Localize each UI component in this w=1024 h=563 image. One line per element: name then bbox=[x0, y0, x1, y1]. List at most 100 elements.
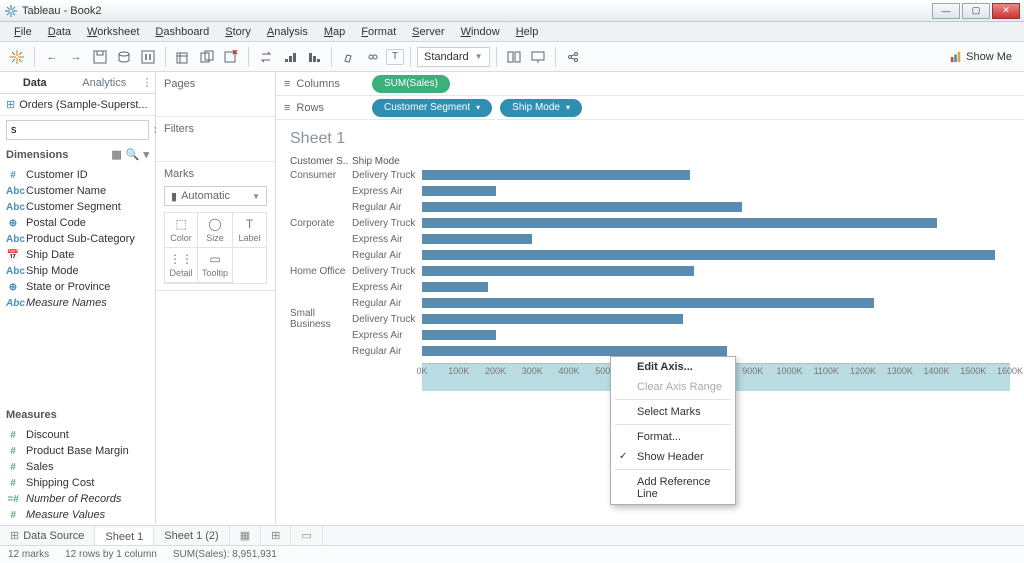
new-worksheet-button[interactable]: ▦ bbox=[230, 526, 261, 545]
bar[interactable] bbox=[422, 170, 690, 180]
marks-detail[interactable]: ⋮⋮Detail bbox=[165, 248, 198, 283]
presentation-icon[interactable] bbox=[527, 46, 549, 68]
sheet-tab[interactable]: Sheet 1 bbox=[95, 526, 154, 545]
field-product-sub-category[interactable]: AbcProduct Sub-Category bbox=[0, 231, 155, 247]
pages-shelf[interactable]: Pages bbox=[156, 72, 275, 117]
undo-icon[interactable]: ← bbox=[41, 46, 63, 68]
close-button[interactable]: ✕ bbox=[992, 3, 1020, 19]
pill-sum-sales[interactable]: SUM(Sales) bbox=[372, 75, 450, 93]
menu-worksheet[interactable]: Worksheet bbox=[79, 24, 147, 40]
bar[interactable] bbox=[422, 346, 727, 356]
menu-map[interactable]: Map bbox=[316, 24, 353, 40]
clear-icon[interactable] bbox=[220, 46, 242, 68]
marks-tooltip[interactable]: ▭Tooltip bbox=[198, 248, 233, 283]
title-bar: Tableau - Book2 — ▢ ✕ bbox=[0, 0, 1024, 22]
search-icon[interactable]: 🔍 bbox=[126, 148, 140, 161]
bar[interactable] bbox=[422, 202, 742, 212]
fit-dropdown[interactable]: Standard ▼ bbox=[417, 47, 490, 67]
ctx-add-reference-line[interactable]: Add Reference Line bbox=[611, 472, 735, 504]
ctx-select-marks[interactable]: Select Marks bbox=[611, 402, 735, 422]
save-icon[interactable] bbox=[89, 46, 111, 68]
chevron-down-icon[interactable]: ▾ bbox=[143, 148, 149, 161]
group-icon[interactable] bbox=[362, 46, 384, 68]
menu-window[interactable]: Window bbox=[453, 24, 508, 40]
redo-icon[interactable]: → bbox=[65, 46, 87, 68]
bar[interactable] bbox=[422, 266, 694, 276]
field-discount[interactable]: #Discount bbox=[0, 427, 155, 443]
new-datasource-icon[interactable] bbox=[113, 46, 135, 68]
bar[interactable] bbox=[422, 298, 874, 308]
highlight-icon[interactable] bbox=[338, 46, 360, 68]
pane-menu-icon[interactable]: ⋮ bbox=[139, 72, 155, 93]
menu-format[interactable]: Format bbox=[353, 24, 404, 40]
sheet-tab[interactable]: Sheet 1 (2) bbox=[154, 526, 229, 545]
tab-analytics[interactable]: Analytics bbox=[70, 72, 140, 93]
field-sales[interactable]: #Sales bbox=[0, 459, 155, 475]
field-customer-segment[interactable]: AbcCustomer Segment bbox=[0, 199, 155, 215]
menu-server[interactable]: Server bbox=[404, 24, 452, 40]
datasource-row[interactable]: ⊞ Orders (Sample-Superst... bbox=[0, 94, 155, 116]
field-customer-name[interactable]: AbcCustomer Name bbox=[0, 183, 155, 199]
columns-icon: ≡ bbox=[284, 78, 290, 90]
duplicate-icon[interactable] bbox=[196, 46, 218, 68]
field-measure-names[interactable]: AbcMeasure Names bbox=[0, 295, 155, 311]
field-number-of-records[interactable]: =#Number of Records bbox=[0, 491, 155, 507]
tableau-icon[interactable] bbox=[6, 46, 28, 68]
field-search[interactable]: ✕ bbox=[6, 120, 149, 140]
sort-desc-icon[interactable] bbox=[303, 46, 325, 68]
menu-help[interactable]: Help bbox=[508, 24, 547, 40]
pill-ship-mode[interactable]: Ship Mode▾ bbox=[500, 99, 582, 117]
field-measure-values[interactable]: #Measure Values bbox=[0, 507, 155, 523]
sheet-title[interactable]: Sheet 1 bbox=[290, 130, 1010, 148]
marks-color[interactable]: ⬚Color bbox=[165, 213, 198, 248]
menu-data[interactable]: Data bbox=[40, 24, 79, 40]
axis-tick: 1600K bbox=[997, 366, 1023, 376]
field-ship-date[interactable]: 📅Ship Date bbox=[0, 247, 155, 263]
sort-asc-icon[interactable] bbox=[279, 46, 301, 68]
field-ship-mode[interactable]: AbcShip Mode bbox=[0, 263, 155, 279]
bar[interactable] bbox=[422, 234, 532, 244]
field-customer-id[interactable]: #Customer ID bbox=[0, 167, 155, 183]
text-icon[interactable]: T bbox=[386, 49, 404, 65]
new-dashboard-button[interactable]: ⊞ bbox=[261, 526, 291, 545]
size-icon: ◯ bbox=[208, 217, 221, 231]
filters-shelf[interactable]: Filters bbox=[156, 117, 275, 162]
menu-analysis[interactable]: Analysis bbox=[259, 24, 316, 40]
field-postal-code[interactable]: ⊕Postal Code bbox=[0, 215, 155, 231]
ctx-edit-axis-[interactable]: Edit Axis... bbox=[611, 357, 735, 377]
show-me-button[interactable]: Show Me bbox=[944, 49, 1018, 65]
maximize-button[interactable]: ▢ bbox=[962, 3, 990, 19]
axis-tick: 1000K bbox=[776, 366, 802, 376]
marks-label[interactable]: TLabel bbox=[233, 213, 266, 248]
view-icon[interactable]: ▦ bbox=[111, 148, 121, 161]
tab-data[interactable]: Data bbox=[0, 72, 70, 93]
field-product-base-margin[interactable]: #Product Base Margin bbox=[0, 443, 155, 459]
swap-icon[interactable] bbox=[255, 46, 277, 68]
menu-dashboard[interactable]: Dashboard bbox=[147, 24, 217, 40]
share-icon[interactable] bbox=[562, 46, 584, 68]
marks-size[interactable]: ◯Size bbox=[198, 213, 233, 248]
field-search-input[interactable] bbox=[11, 124, 153, 136]
marks-type-dropdown[interactable]: ▮ Automatic ▼ bbox=[164, 186, 267, 206]
pill-customer-segment[interactable]: Customer Segment▾ bbox=[372, 99, 492, 117]
cards-icon[interactable] bbox=[503, 46, 525, 68]
bar[interactable] bbox=[422, 250, 995, 260]
new-story-button[interactable]: ▭ bbox=[291, 526, 322, 545]
ctx-format-[interactable]: Format... bbox=[611, 427, 735, 447]
ctx-show-header[interactable]: ✓Show Header bbox=[611, 447, 735, 467]
bar[interactable] bbox=[422, 282, 488, 292]
bar[interactable] bbox=[422, 330, 496, 340]
rows-shelf[interactable]: ≡Rows Customer Segment▾ Ship Mode▾ bbox=[276, 96, 1024, 120]
menu-story[interactable]: Story bbox=[217, 24, 259, 40]
field-shipping-cost[interactable]: #Shipping Cost bbox=[0, 475, 155, 491]
bar[interactable] bbox=[422, 186, 496, 196]
columns-shelf[interactable]: ≡Columns SUM(Sales) bbox=[276, 72, 1024, 96]
pause-icon[interactable] bbox=[137, 46, 159, 68]
datasource-tab[interactable]: ⊞Data Source bbox=[0, 526, 95, 545]
minimize-button[interactable]: — bbox=[932, 3, 960, 19]
menu-file[interactable]: File bbox=[6, 24, 40, 40]
new-worksheet-icon[interactable] bbox=[172, 46, 194, 68]
field-state-or-province[interactable]: ⊕State or Province bbox=[0, 279, 155, 295]
bar[interactable] bbox=[422, 314, 683, 324]
bar[interactable] bbox=[422, 218, 937, 228]
